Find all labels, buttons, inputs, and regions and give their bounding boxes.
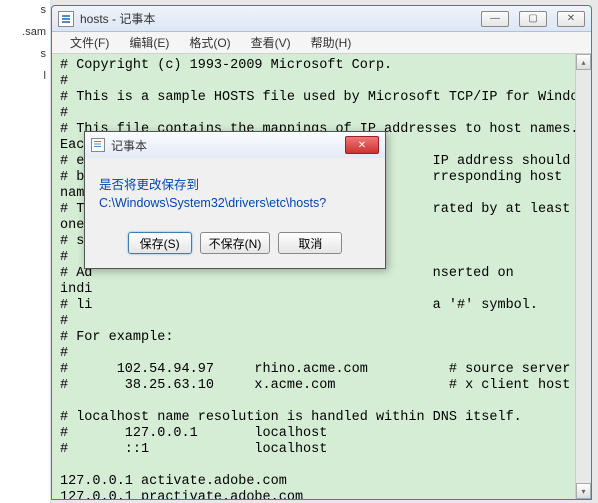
dialog-body: 是否将更改保存到 C:\Windows\System32\drivers\etc… bbox=[85, 158, 385, 222]
dialog-message-line2: C:\Windows\System32\drivers\etc\hosts? bbox=[99, 196, 326, 210]
dialog-button-row: 保存(S) 不保存(N) 取消 bbox=[85, 222, 385, 268]
file-item[interactable]: .sam bbox=[2, 26, 48, 38]
titlebar[interactable]: hosts - 记事本 — ▢ ✕ bbox=[52, 6, 591, 32]
dialog-title: 记事本 bbox=[111, 137, 147, 154]
menu-file[interactable]: 文件(F) bbox=[60, 32, 119, 53]
dialog-message-line1: 是否将更改保存到 bbox=[99, 178, 199, 192]
close-button[interactable]: ✕ bbox=[557, 11, 585, 27]
minimize-button[interactable]: — bbox=[481, 11, 509, 27]
editor-area: # Copyright (c) 1993-2009 Microsoft Corp… bbox=[52, 54, 591, 499]
dialog-message: 是否将更改保存到 C:\Windows\System32\drivers\etc… bbox=[99, 176, 371, 212]
save-dialog: 记事本 ✕ 是否将更改保存到 C:\Windows\System32\drive… bbox=[84, 131, 386, 269]
scroll-down-button[interactable]: ▾ bbox=[576, 483, 591, 499]
menu-format[interactable]: 格式(O) bbox=[179, 32, 240, 53]
dont-save-button[interactable]: 不保存(N) bbox=[200, 232, 271, 254]
menu-view[interactable]: 查看(V) bbox=[241, 32, 301, 53]
cancel-button[interactable]: 取消 bbox=[278, 232, 342, 254]
notepad-icon bbox=[91, 138, 105, 152]
menu-help[interactable]: 帮助(H) bbox=[301, 32, 362, 53]
file-item[interactable]: l bbox=[2, 70, 48, 82]
dialog-close-button[interactable]: ✕ bbox=[345, 136, 379, 154]
explorer-panel: s .sam s l bbox=[0, 0, 51, 503]
menubar: 文件(F) 编辑(E) 格式(O) 查看(V) 帮助(H) bbox=[52, 32, 591, 54]
file-item[interactable]: s bbox=[2, 48, 48, 60]
maximize-button[interactable]: ▢ bbox=[519, 11, 547, 27]
file-item[interactable]: s bbox=[2, 4, 48, 16]
save-button[interactable]: 保存(S) bbox=[128, 232, 192, 254]
window-title: hosts - 记事本 bbox=[80, 10, 155, 27]
vertical-scrollbar[interactable]: ▴ ▾ bbox=[575, 54, 591, 499]
menu-edit[interactable]: 编辑(E) bbox=[119, 32, 179, 53]
notepad-icon bbox=[58, 11, 74, 27]
text-content[interactable]: # Copyright (c) 1993-2009 Microsoft Corp… bbox=[54, 54, 575, 499]
dialog-titlebar[interactable]: 记事本 ✕ bbox=[85, 132, 385, 158]
scroll-up-button[interactable]: ▴ bbox=[576, 54, 591, 70]
